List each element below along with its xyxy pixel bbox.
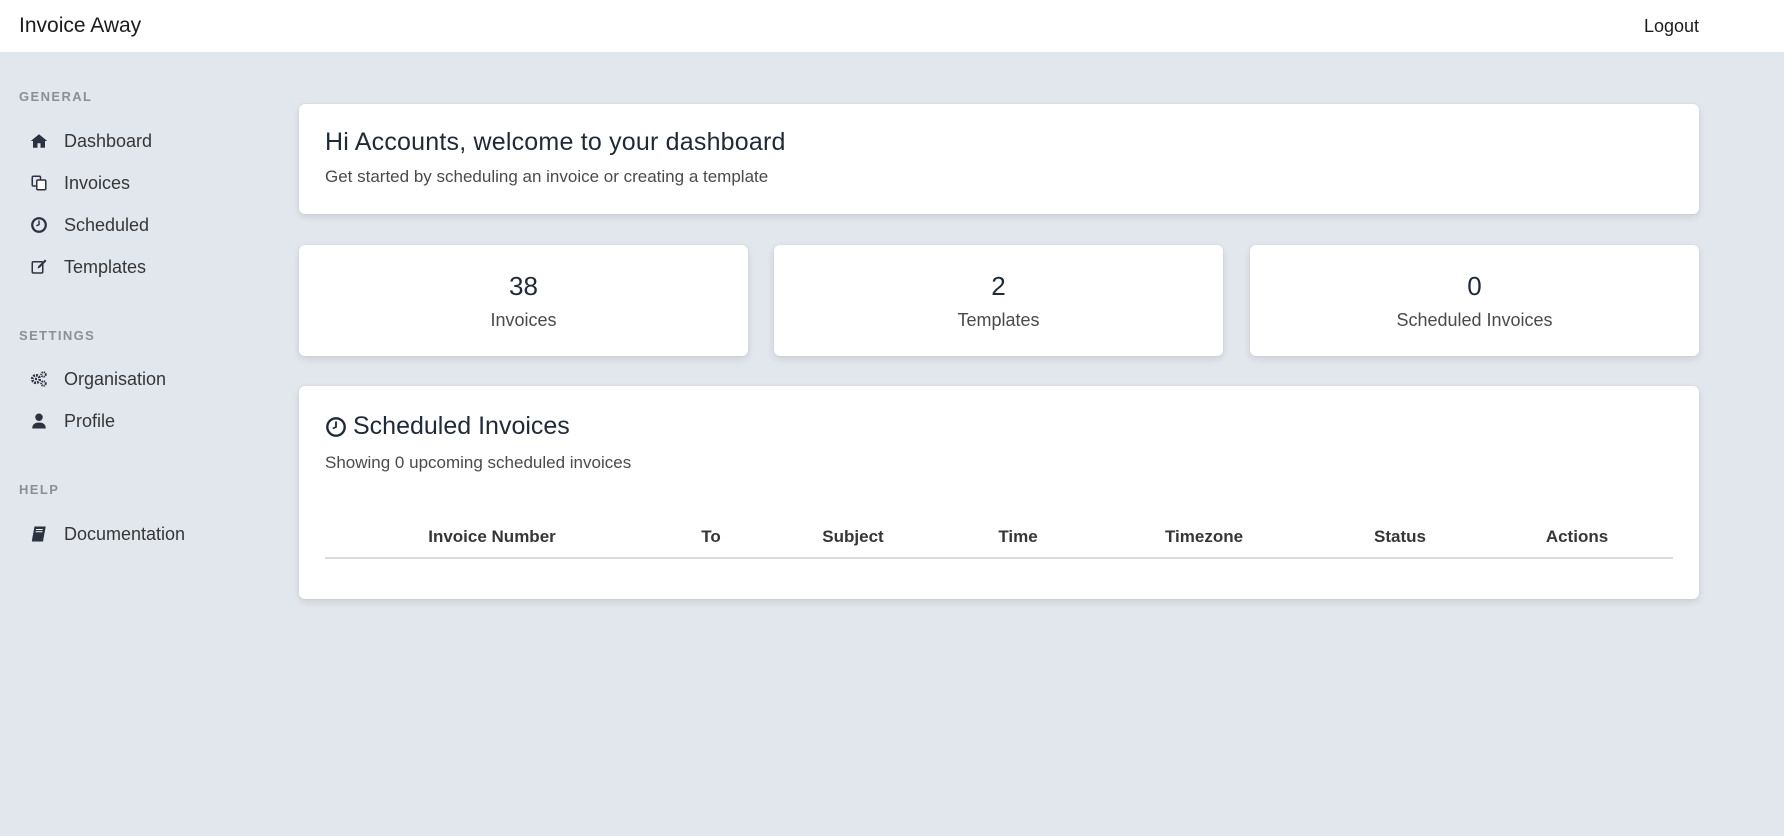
sidebar-item-scheduled[interactable]: Scheduled [30, 210, 149, 240]
copy-icon [30, 174, 48, 192]
stat-label: Scheduled Invoices [1396, 310, 1553, 330]
sidebar-item-invoices[interactable]: Invoices [30, 168, 130, 198]
welcome-card: Hi Accounts, welcome to your dashboard G… [299, 104, 1699, 214]
stat-card-scheduled: 0 Scheduled Invoices [1250, 245, 1699, 356]
scheduled-title-text: Scheduled Invoices [353, 412, 570, 440]
column-header-to: To [701, 527, 721, 546]
menu-label-settings: Settings [19, 328, 96, 343]
clock-icon [30, 216, 48, 234]
stat-label: Invoices [490, 310, 557, 330]
top-navbar: Invoice Away Logout [0, 0, 1784, 52]
column-header-invoice-number: Invoice Number [428, 527, 556, 546]
stat-card-templates: 2 Templates [774, 245, 1223, 356]
scheduled-invoices-card: Scheduled Invoices Showing 0 upcoming sc… [299, 386, 1699, 599]
welcome-title: Hi Accounts, welcome to your dashboard [325, 128, 786, 156]
stat-label: Templates [957, 310, 1040, 330]
column-header-subject: Subject [822, 527, 884, 546]
column-header-actions: Actions [1545, 527, 1609, 546]
sidebar-item-label: Documentation [64, 523, 186, 544]
app-title[interactable]: Invoice Away [19, 14, 141, 38]
logout-link[interactable]: Logout [1644, 16, 1699, 37]
user-icon [30, 412, 48, 430]
scheduled-subtitle: Showing 0 upcoming scheduled invoices [325, 453, 632, 472]
sidebar-item-label: Dashboard [64, 130, 153, 151]
sidebar-item-profile[interactable]: Profile [30, 406, 115, 436]
sidebar-item-templates[interactable]: Templates [30, 252, 146, 282]
column-header-time: Time [998, 527, 1038, 546]
home-icon [30, 132, 48, 150]
sidebar-item-label: Templates [64, 256, 147, 277]
sidebar-item-organisation[interactable]: Organisation [30, 364, 166, 394]
sidebar-item-label: Profile [64, 410, 116, 431]
clock-icon [326, 416, 346, 437]
sidebar-item-label: Invoices [64, 172, 131, 193]
welcome-subtitle: Get started by scheduling an invoice or … [325, 167, 769, 186]
scheduled-title: Scheduled Invoices [325, 412, 1673, 441]
cogs-icon [30, 370, 48, 388]
menu-label-general: General [19, 89, 93, 104]
menu-label-help: Help [19, 482, 60, 497]
book-icon [30, 525, 48, 543]
column-header-status: Status [1374, 527, 1426, 546]
edit-icon [30, 258, 48, 276]
sidebar-item-documentation[interactable]: Documentation [30, 519, 185, 549]
stat-value: 38 [509, 271, 538, 301]
stat-value: 2 [991, 271, 1006, 301]
stat-card-invoices: 38 Invoices [299, 245, 748, 356]
column-header-timezone: Timezone [1164, 527, 1244, 546]
sidebar-item-label: Organisation [64, 368, 167, 389]
sidebar-item-dashboard[interactable]: Dashboard [30, 126, 152, 156]
table-header: Invoice Number To Subject Time Timezone … [325, 519, 1673, 559]
stat-value: 0 [1467, 271, 1482, 301]
sidebar-item-label: Scheduled [64, 214, 150, 235]
